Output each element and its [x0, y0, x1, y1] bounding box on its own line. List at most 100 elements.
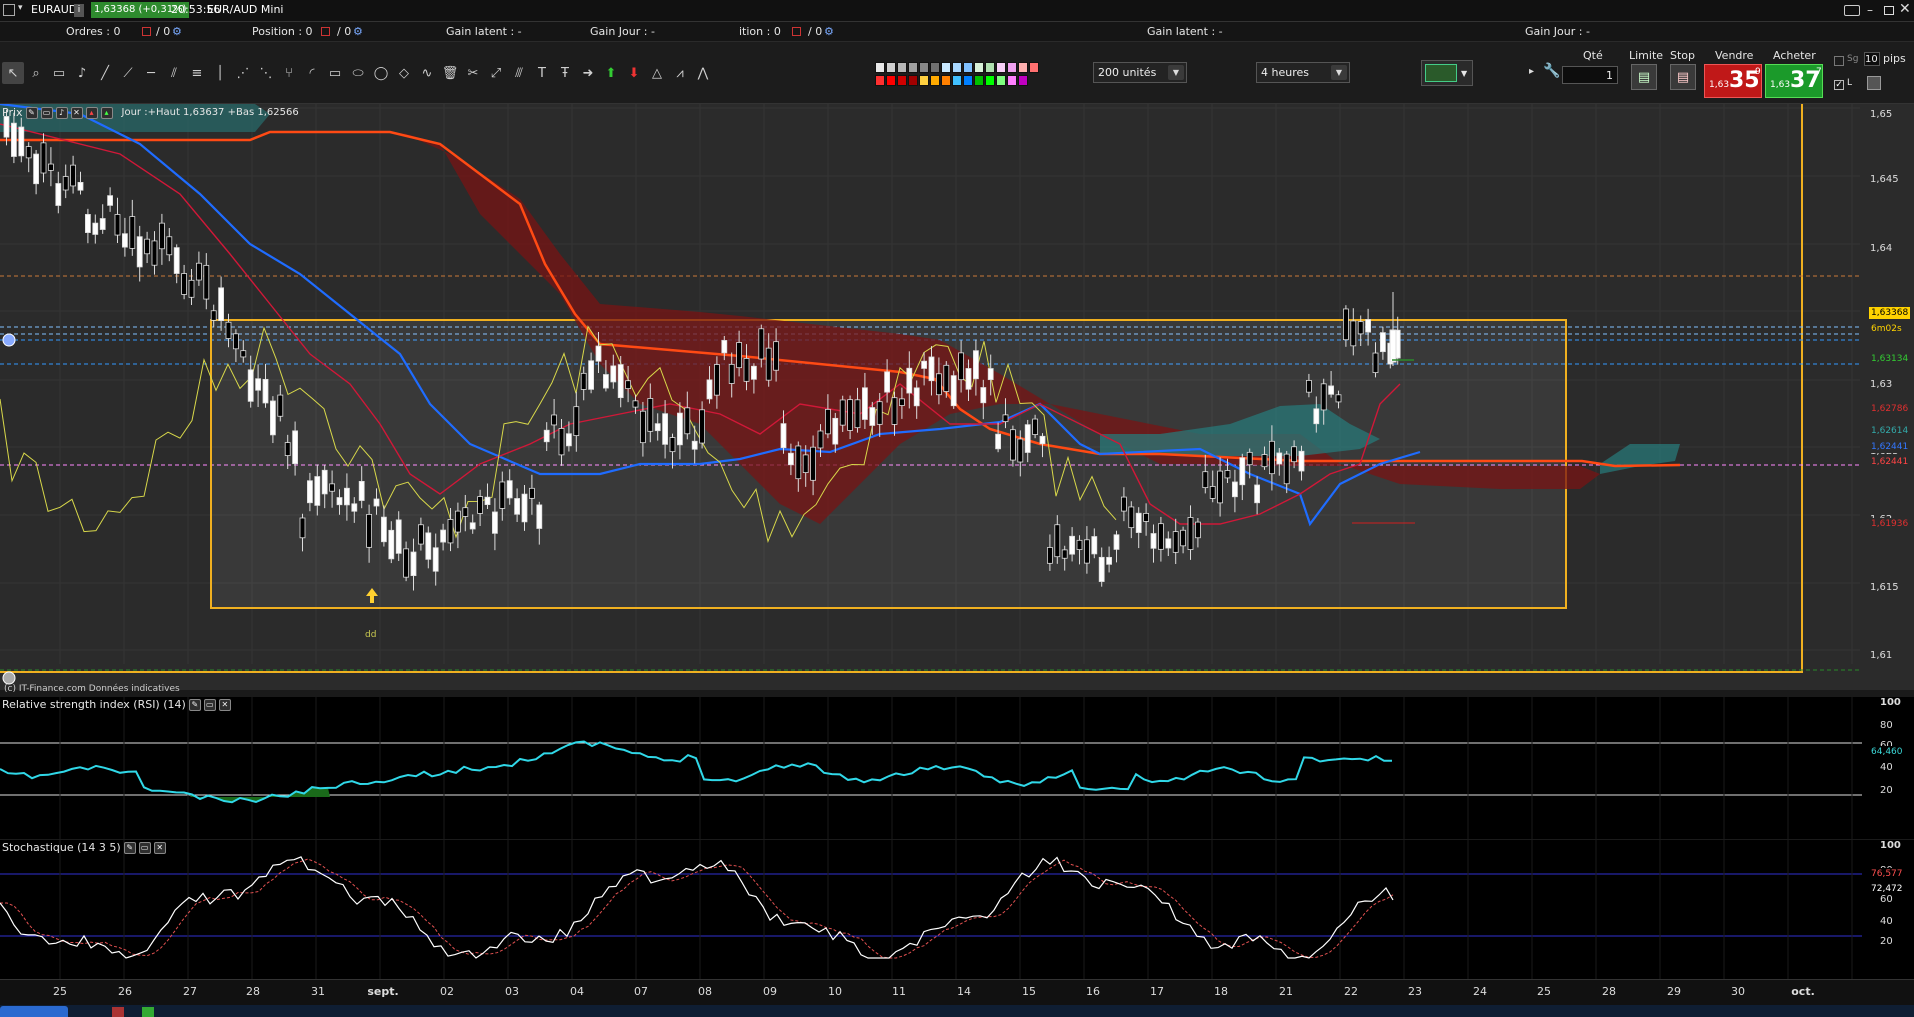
position-settings-icon[interactable]: ⚙: [353, 25, 363, 38]
trendline-icon[interactable]: ╱: [94, 62, 116, 84]
palette-swatch[interactable]: [886, 74, 896, 86]
flag-green-icon[interactable]: ▴: [100, 106, 113, 119]
palette-swatch[interactable]: [1007, 62, 1017, 73]
wrench-icon[interactable]: ✎: [25, 106, 38, 119]
info-icon[interactable]: i: [74, 4, 84, 17]
flag-red-icon[interactable]: ▴: [85, 106, 98, 119]
rsi-panel[interactable]: Relative strength index (RSI) (14) ✎ ▭ ✕…: [0, 697, 1914, 839]
fan-icon[interactable]: ⋰: [232, 62, 254, 84]
wave-pattern-icon[interactable]: ⋀: [692, 62, 714, 84]
stop-order-button[interactable]: ▤: [1670, 64, 1696, 90]
ellipse-icon[interactable]: ⬭: [347, 62, 369, 84]
order-settings-icon[interactable]: [1867, 76, 1881, 90]
tools-icon[interactable]: ✂: [462, 62, 484, 84]
palette-swatch[interactable]: [996, 62, 1006, 73]
window-icon[interactable]: ▭: [138, 841, 151, 854]
gann-icon[interactable]: ⋱: [255, 62, 277, 84]
arrow-up-icon[interactable]: ⬆: [600, 62, 622, 84]
palette-swatch[interactable]: [897, 62, 907, 73]
app-menu-icon[interactable]: [3, 4, 15, 16]
ray-icon[interactable]: ⟋: [117, 62, 139, 84]
close-icon[interactable]: ✕: [1899, 1, 1911, 17]
palette-swatch[interactable]: [1018, 62, 1028, 73]
palette-swatch[interactable]: [985, 74, 995, 86]
rsi-chart-canvas[interactable]: [0, 697, 1914, 839]
palette-swatch[interactable]: [963, 74, 973, 86]
start-button[interactable]: [0, 1006, 68, 1017]
palette-swatch[interactable]: [952, 74, 962, 86]
window-icon[interactable]: ▭: [40, 106, 53, 119]
stochastic-chart-canvas[interactable]: [0, 840, 1914, 979]
l-checkbox[interactable]: ✓: [1834, 80, 1844, 90]
close-icon[interactable]: ✕: [218, 698, 231, 711]
wrench-icon[interactable]: ✎: [123, 841, 136, 854]
palette-swatch[interactable]: [919, 62, 929, 73]
channel-icon[interactable]: ⫽: [163, 62, 185, 84]
dropdown-arrow-icon[interactable]: ▾: [18, 3, 23, 13]
price-chart-panel[interactable]: Prix ✎ ▭ ♪ ✕ ▴ ▴ Jour :+Haut 1,63637 +Ba…: [0, 104, 1914, 694]
palette-swatch[interactable]: [875, 62, 885, 73]
sg-checkbox[interactable]: [1834, 56, 1844, 66]
palette-swatch[interactable]: [952, 62, 962, 73]
palette-swatch[interactable]: [963, 62, 973, 73]
close-icon[interactable]: ✕: [153, 841, 166, 854]
palette-swatch[interactable]: [941, 74, 951, 86]
taskbar-app-icon-2[interactable]: [142, 1007, 154, 1017]
keyboard-icon[interactable]: [1844, 5, 1860, 16]
indicator-menu-button[interactable]: ▼: [1421, 60, 1473, 86]
wrench-icon[interactable]: 🔧: [1543, 63, 1560, 79]
arrow-right-icon[interactable]: ➜: [577, 62, 599, 84]
wave-icon[interactable]: ∿: [416, 62, 438, 84]
circle-icon[interactable]: ◯: [370, 62, 392, 84]
palette-swatch[interactable]: [985, 62, 995, 73]
taskbar-app-icon[interactable]: [112, 1007, 124, 1017]
diamond-icon[interactable]: ◇: [393, 62, 415, 84]
zoom-icon[interactable]: ⌕: [25, 62, 47, 84]
palette-swatch[interactable]: [930, 62, 940, 73]
sell-button[interactable]: 1,63 35 9: [1704, 64, 1762, 98]
orders-settings-icon[interactable]: ⚙: [172, 25, 182, 38]
text-icon[interactable]: T: [531, 62, 553, 84]
trash-icon[interactable]: 🗑: [439, 62, 461, 84]
close-icon[interactable]: ✕: [70, 106, 83, 119]
palette-swatch[interactable]: [974, 74, 984, 86]
collapse-arrow-icon[interactable]: ▸: [1529, 66, 1534, 77]
pips-input[interactable]: [1864, 52, 1880, 66]
fibonacci-icon[interactable]: ≡: [186, 62, 208, 84]
price-chart-canvas[interactable]: [0, 104, 1914, 690]
palette-swatch[interactable]: [1007, 74, 1017, 86]
triangle-icon[interactable]: △: [646, 62, 668, 84]
palette-swatch[interactable]: [897, 74, 907, 86]
maximize-icon[interactable]: [1884, 6, 1894, 15]
rectangle-icon[interactable]: ▭: [324, 62, 346, 84]
palette-swatch[interactable]: [908, 74, 918, 86]
elliott-icon[interactable]: ⩘: [669, 62, 691, 84]
palette-swatch[interactable]: [941, 62, 951, 73]
palette-swatch[interactable]: [930, 74, 940, 86]
vertical-line-icon[interactable]: │: [209, 62, 231, 84]
pointer-icon[interactable]: ↖: [2, 62, 24, 84]
orders-alert-icon[interactable]: [142, 27, 151, 36]
window-icon[interactable]: ▭: [203, 698, 216, 711]
pitchfork-icon[interactable]: ⑂: [278, 62, 300, 84]
text-box-icon[interactable]: Ŧ: [554, 62, 576, 84]
units-select[interactable]: 200 unités ▼: [1093, 62, 1187, 83]
palette-swatch[interactable]: [1018, 74, 1028, 86]
arrow-down-icon[interactable]: ⬇: [623, 62, 645, 84]
horizontal-line-icon[interactable]: ─: [140, 62, 162, 84]
palette-swatch[interactable]: [908, 62, 918, 73]
alert-bell-icon[interactable]: ♪: [71, 62, 93, 84]
position-alert-icon[interactable]: [321, 27, 330, 36]
arc-icon[interactable]: ◜: [301, 62, 323, 84]
buy-button[interactable]: 1,63 37 7: [1765, 64, 1823, 98]
position-2-alert-icon[interactable]: [792, 27, 801, 36]
ruler-icon[interactable]: ▭: [48, 62, 70, 84]
period-select[interactable]: 4 heures ▼: [1256, 62, 1350, 83]
limit-order-button[interactable]: ▤: [1631, 64, 1657, 90]
qty-input[interactable]: [1562, 66, 1618, 84]
palette-swatch[interactable]: [875, 74, 885, 86]
parallel-icon[interactable]: ⫻: [508, 62, 530, 84]
position-2-settings-icon[interactable]: ⚙: [824, 25, 834, 38]
palette-swatch[interactable]: [974, 62, 984, 73]
palette-swatch[interactable]: [1029, 62, 1039, 73]
